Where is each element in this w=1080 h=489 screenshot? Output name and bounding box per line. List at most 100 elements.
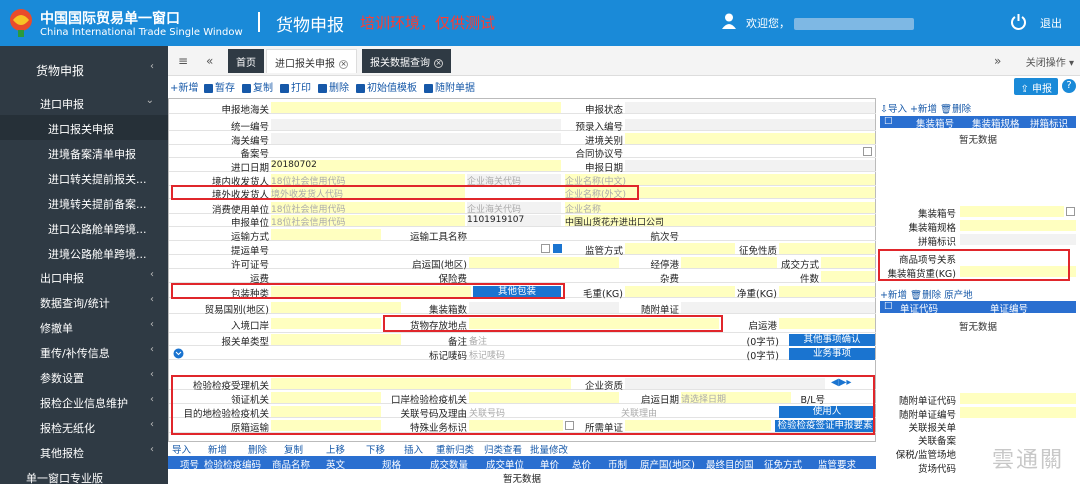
net-weight-field[interactable] xyxy=(779,286,875,297)
exempt-field[interactable] xyxy=(779,243,875,254)
sidebar-item-transit-declare[interactable]: 进口转关提前报关... xyxy=(0,165,168,190)
record-no-field[interactable] xyxy=(271,146,561,157)
sidebar-item-cargo[interactable]: 货物申报 ‹ xyxy=(0,56,168,81)
label-remark: 备注 xyxy=(447,337,467,348)
logout-link[interactable]: 退出 xyxy=(1040,15,1062,31)
sidebar-item-paperless[interactable]: 报检无纸化 ‹ xyxy=(0,414,168,439)
remark-field[interactable]: 备注 xyxy=(469,334,719,345)
license-field[interactable] xyxy=(271,257,401,268)
sidebar-item-road-manifest-1[interactable]: 进口公路舱单跨境... xyxy=(0,215,168,240)
sidebar-item-road-manifest-2[interactable]: 进境公路舱单跨境... xyxy=(0,240,168,265)
sidebar-item-resend[interactable]: 重传/补传信息 ‹ xyxy=(0,339,168,364)
goods-move-up-button[interactable]: 上移 xyxy=(326,442,345,456)
freight-field[interactable] xyxy=(271,271,401,282)
container-delete-button[interactable]: 🗑删除 xyxy=(940,104,971,115)
container-checkbox[interactable] xyxy=(1066,207,1075,216)
sidebar-item-modify[interactable]: 修撤单 ‹ xyxy=(0,314,168,339)
tab-import-declare[interactable]: 进口报关申报 × xyxy=(266,49,357,73)
doc-delete-button[interactable]: 🗑删除 xyxy=(910,290,941,301)
sidebar-item-params[interactable]: 参数设置 ‹ xyxy=(0,364,168,389)
dep-country-field[interactable] xyxy=(469,257,619,268)
deal-mode-field[interactable] xyxy=(821,257,875,268)
decl-port-field[interactable] xyxy=(271,102,561,113)
declare-button[interactable]: ⇪ 申报 xyxy=(1014,78,1058,95)
container-add-button[interactable]: +新增 xyxy=(910,104,937,115)
save-icon xyxy=(204,83,213,93)
close-tab-icon[interactable]: × xyxy=(434,58,443,68)
copy-button[interactable]: 复制 xyxy=(242,79,273,94)
sidebar-item-ent-info[interactable]: 报检企业信息维护 ‹ xyxy=(0,389,168,414)
consignee-name-field[interactable]: 企业名称(中文) xyxy=(565,174,875,185)
transport-tool-field[interactable] xyxy=(469,229,619,240)
goods-insert-button[interactable]: 插入 xyxy=(404,442,423,456)
origin-button[interactable]: 原产地 xyxy=(944,290,973,301)
pieces-field[interactable] xyxy=(821,271,875,282)
init-template-button[interactable]: 初始值模板 xyxy=(356,79,417,94)
consignee-credit-field[interactable]: 18位社会信用代码 xyxy=(271,174,465,185)
sidebar-item-transit-record[interactable]: 进境转关提前备案... xyxy=(0,190,168,215)
insurance-field[interactable] xyxy=(469,271,619,282)
bl-info-icon[interactable] xyxy=(553,244,562,253)
container-spec-field[interactable] xyxy=(960,220,1076,231)
help-icon[interactable]: ? xyxy=(1062,79,1076,93)
tab-query[interactable]: 报关数据查询 × xyxy=(362,49,451,73)
bl-checkbox[interactable] xyxy=(541,244,550,253)
attach-no-field[interactable] xyxy=(960,407,1076,418)
via-port-field[interactable] xyxy=(681,257,777,268)
import-button[interactable]: ⇩导入 xyxy=(880,104,907,115)
container-no-field[interactable] xyxy=(960,206,1064,217)
consumer-credit-field[interactable]: 18位社会信用代码 xyxy=(271,202,465,213)
bl-no-field[interactable] xyxy=(271,243,539,254)
goods-classify-view-button[interactable]: 归类查看 xyxy=(484,442,522,456)
add-button[interactable]: +新增 xyxy=(170,79,198,94)
goods-add-button[interactable]: 新增 xyxy=(208,442,227,456)
misc-fee-field[interactable] xyxy=(681,271,777,282)
import-date-field[interactable]: 20180702 xyxy=(271,160,561,171)
back-icon[interactable]: « xyxy=(206,54,213,68)
power-icon[interactable] xyxy=(1010,13,1027,30)
sidebar-item-entry-list[interactable]: 进境备案清单申报 xyxy=(0,140,168,165)
save-draft-button[interactable]: 暂存 xyxy=(204,79,235,94)
sidebar-item-other-inspect[interactable]: 其他报检 ‹ xyxy=(0,439,168,464)
declarer-name-field[interactable]: 中国山货花卉进出口公司 xyxy=(565,215,875,226)
sidebar-item-import-declare[interactable]: 进口报关申报 xyxy=(0,115,168,140)
gross-weight-field[interactable] xyxy=(625,286,735,297)
close-tab-icon[interactable]: × xyxy=(339,59,348,69)
goods-reclassify-button[interactable]: 重新归类 xyxy=(436,442,474,456)
sidebar-item-export[interactable]: 出口申报 ‹ xyxy=(0,264,168,289)
contract-checkbox[interactable] xyxy=(863,147,872,156)
menu-icon[interactable]: ≡ xyxy=(178,54,188,68)
mark-field[interactable]: 标记唛码 xyxy=(469,348,719,359)
voyage-field[interactable] xyxy=(681,229,875,240)
doc-add-button[interactable]: +新增 xyxy=(880,290,907,301)
goods-copy-button[interactable]: 复制 xyxy=(284,442,303,456)
close-operations-menu[interactable]: 关闭操作 ▾ xyxy=(1026,54,1074,69)
goods-delete-button[interactable]: 删除 xyxy=(248,442,267,456)
entry-port2-field[interactable] xyxy=(271,318,381,329)
sidebar-item-query[interactable]: 数据查询/统计 ‹ xyxy=(0,289,168,314)
form-type-field[interactable] xyxy=(271,334,401,345)
goods-move-down-button[interactable]: 下移 xyxy=(366,442,385,456)
attach-code-field[interactable] xyxy=(960,393,1076,404)
supervise-field[interactable] xyxy=(625,243,735,254)
trade-country-field[interactable] xyxy=(271,302,401,313)
entry-port-field[interactable] xyxy=(625,133,875,144)
goods-batch-edit-button[interactable]: 批量修改 xyxy=(530,442,568,456)
other-matters-button[interactable]: 其他事项确认 xyxy=(789,334,875,346)
business-matters-button[interactable]: 业务事项 xyxy=(789,348,875,360)
attach-docs-button[interactable]: 随附单据 xyxy=(424,79,475,94)
sidebar-item-import[interactable]: 进口申报 ⌄ xyxy=(0,90,168,115)
depart-port-field[interactable] xyxy=(779,318,875,329)
declarer-credit-field[interactable]: 18位社会信用代码 xyxy=(271,215,465,226)
consumer-name-field[interactable]: 企业名称 xyxy=(565,202,875,213)
transport-mode-field[interactable] xyxy=(271,229,381,240)
print-button[interactable]: 打印 xyxy=(280,79,311,94)
rel-decl-field[interactable] xyxy=(960,420,1076,431)
sidebar-item-pro[interactable]: 单一窗口专业版 xyxy=(0,464,168,489)
delete-button[interactable]: 删除 xyxy=(318,79,349,94)
goods-import-button[interactable]: 导入 xyxy=(172,442,191,456)
contract-no-field[interactable] xyxy=(625,146,859,157)
tab-home[interactable]: 首页 xyxy=(228,49,264,73)
collapse-icon[interactable] xyxy=(173,348,184,359)
forward-icon[interactable]: » xyxy=(994,54,1001,68)
